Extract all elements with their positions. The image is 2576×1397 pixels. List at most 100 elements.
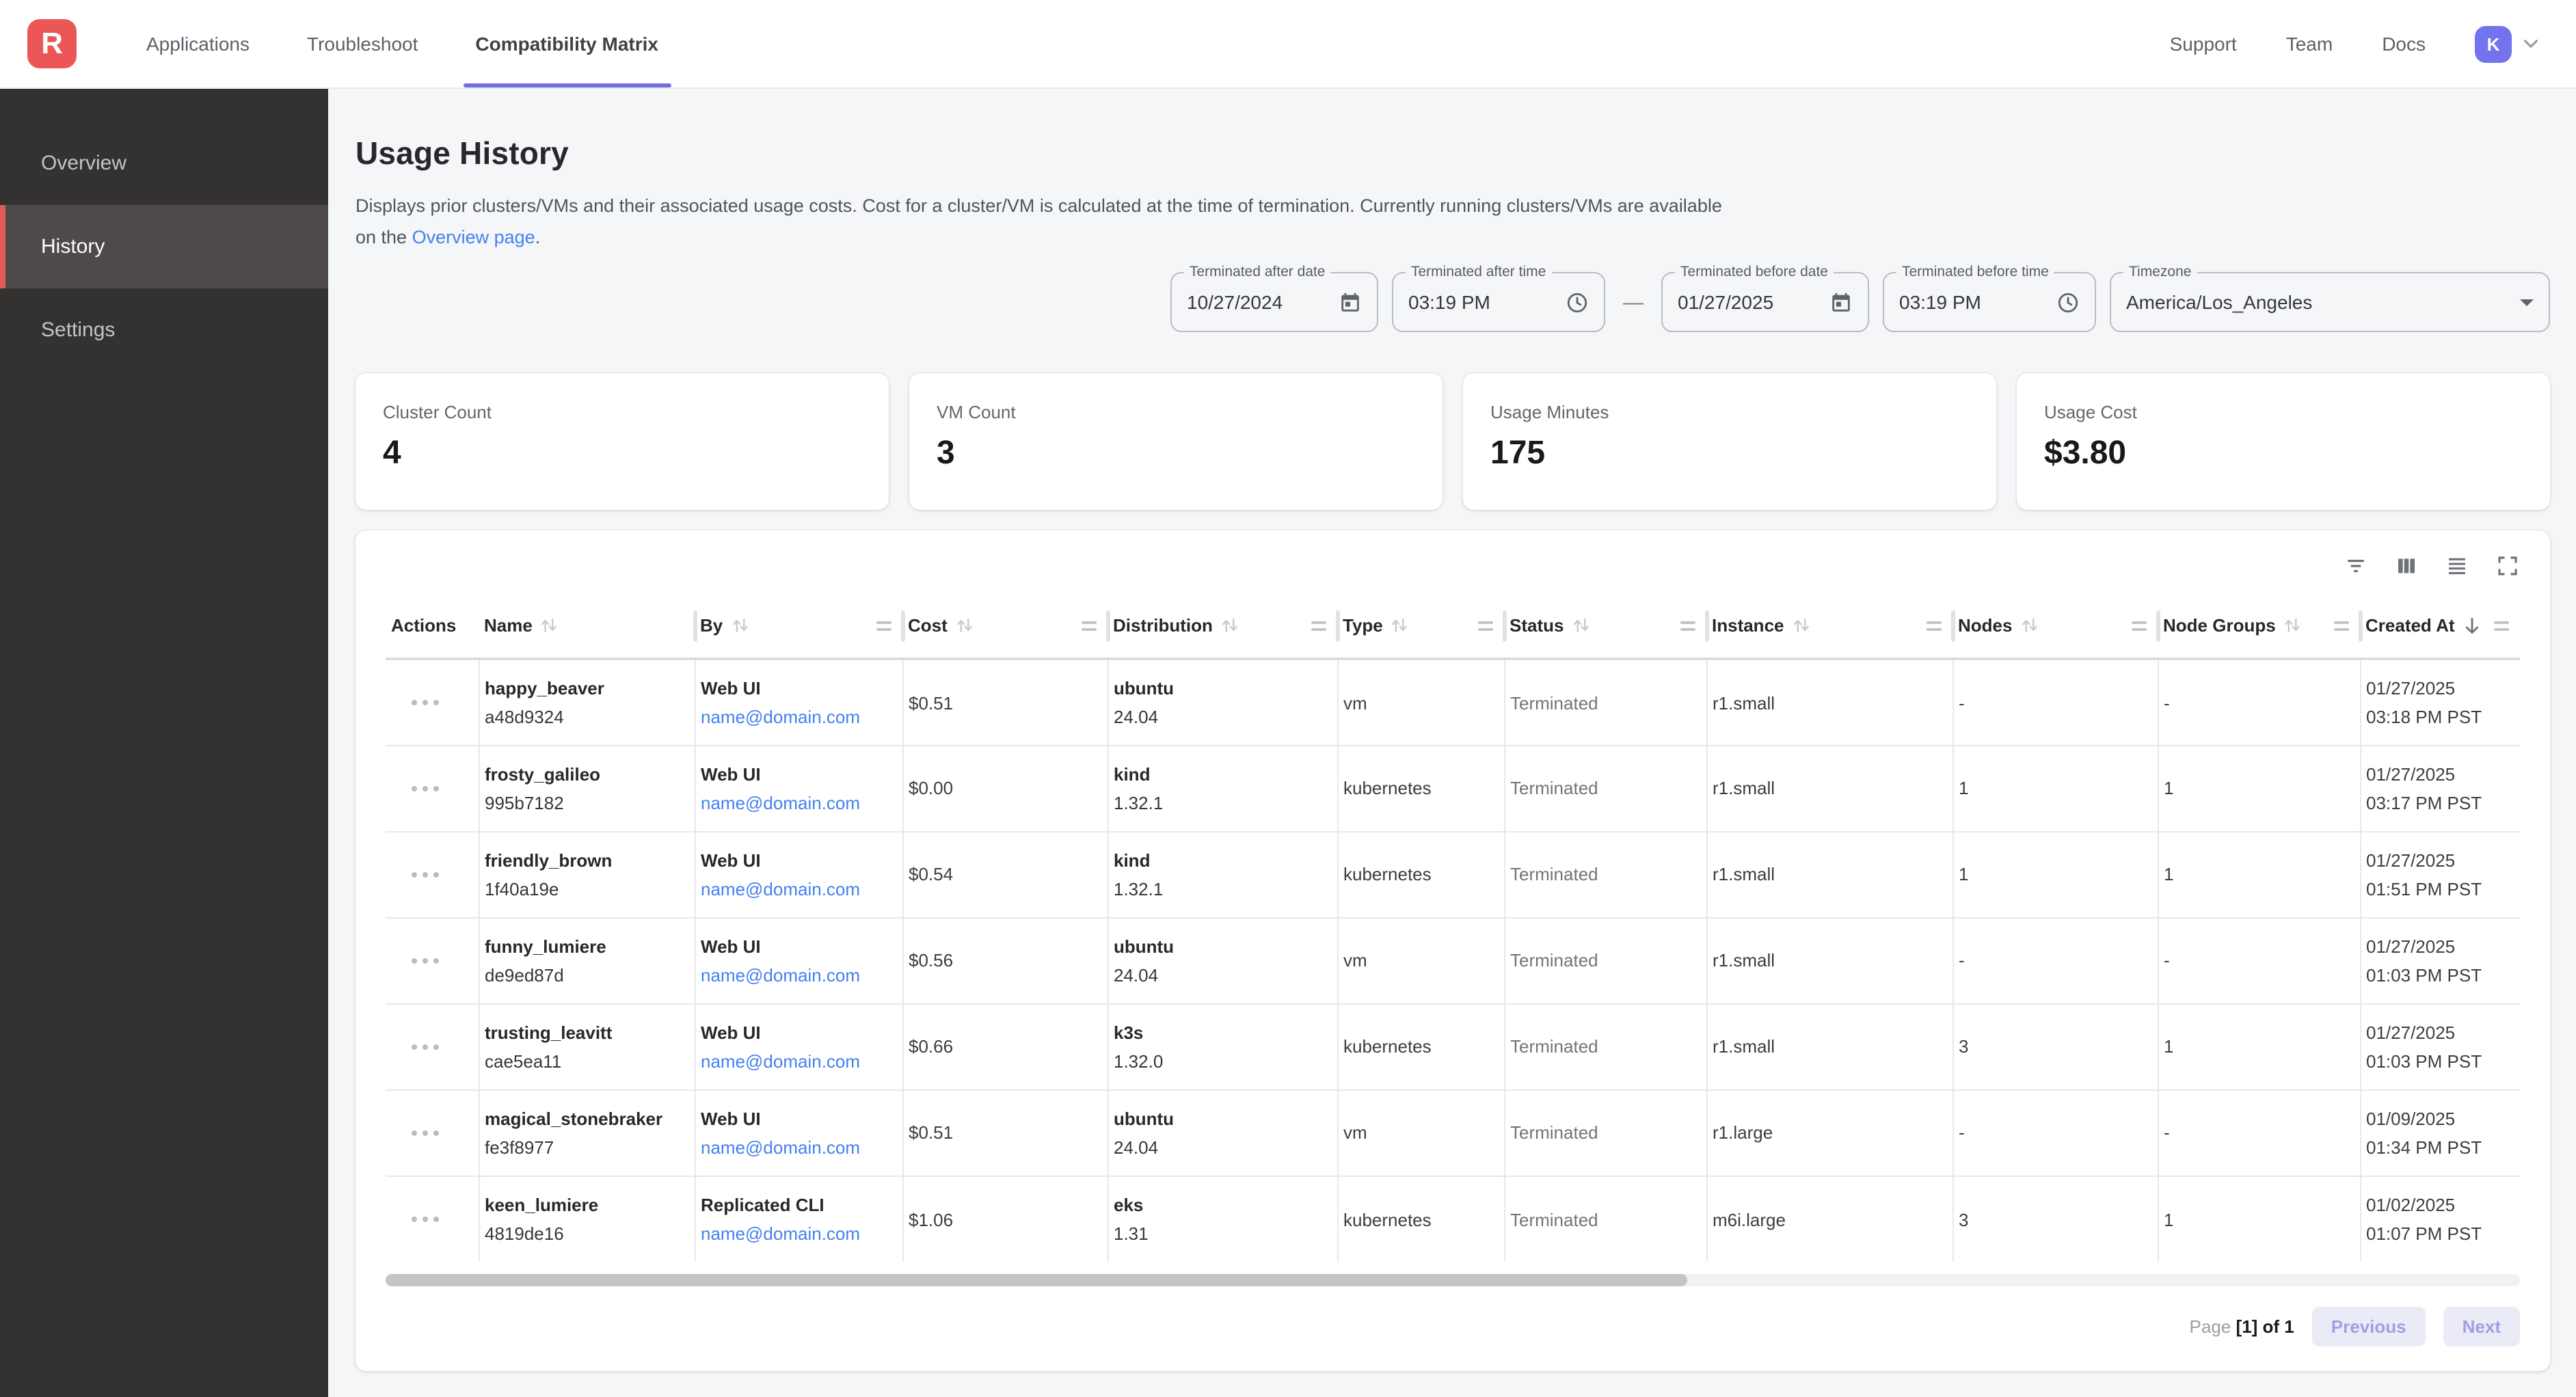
column-header-distribution[interactable]: Distribution <box>1108 594 1337 660</box>
fullscreen-icon[interactable] <box>2495 554 2520 579</box>
row-by-email-link[interactable]: name@domain.com <box>701 707 860 727</box>
terminated-after-time-value[interactable]: 03:19 PM <box>1408 292 1555 314</box>
sort-icon[interactable] <box>2283 616 2303 636</box>
horizontal-scrollbar[interactable] <box>386 1275 2520 1287</box>
row-actions-button[interactable] <box>403 1122 447 1144</box>
column-header-cost[interactable]: Cost <box>902 594 1108 660</box>
usage-history-table: ActionsNameByCostDistributionTypeStatusI… <box>386 594 2520 1262</box>
column-header-by[interactable]: By <box>695 594 902 660</box>
avatar[interactable]: K <box>2475 25 2512 62</box>
usage-history-table-card: ActionsNameByCostDistributionTypeStatusI… <box>355 531 2550 1372</box>
filter-icon[interactable] <box>2344 554 2368 579</box>
user-menu[interactable]: K <box>2475 25 2540 62</box>
tab-applications[interactable]: Applications <box>134 0 262 87</box>
cell-type: kubernetes <box>1337 1004 1504 1090</box>
sort-icon[interactable] <box>1390 616 1410 636</box>
date-range-separator: — <box>1619 291 1648 314</box>
row-by-email-link[interactable]: name@domain.com <box>701 879 860 899</box>
timezone-value[interactable]: America/Los_Angeles <box>2126 292 2509 314</box>
terminated-before-date-value[interactable]: 01/27/2025 <box>1678 292 1819 314</box>
terminated-after-date-field[interactable]: Terminated after date 10/27/2024 <box>1170 273 1378 333</box>
scrollbar-thumb[interactable] <box>386 1275 1687 1287</box>
columns-icon[interactable] <box>2394 554 2419 579</box>
replicated-logo[interactable]: R <box>27 19 77 68</box>
created-time: 03:18 PM PST <box>2366 707 2506 727</box>
sort-desc-icon[interactable] <box>2462 615 2484 637</box>
calendar-icon[interactable] <box>1829 291 1853 314</box>
nav-link-docs[interactable]: Docs <box>2382 33 2426 55</box>
next-page-button[interactable]: Next <box>2443 1307 2520 1347</box>
column-header-instance[interactable]: Instance <box>1706 594 1953 660</box>
terminated-after-date-value[interactable]: 10/27/2024 <box>1187 292 1328 314</box>
nav-link-support[interactable]: Support <box>2170 33 2237 55</box>
created-time: 01:51 PM PST <box>2366 879 2506 899</box>
row-actions-button[interactable] <box>403 777 447 800</box>
timezone-select[interactable]: Timezone America/Los_Angeles <box>2110 273 2550 333</box>
terminated-before-date-field[interactable]: Terminated before date 01/27/2025 <box>1661 273 1869 333</box>
column-resize-handle[interactable] <box>1311 621 1326 631</box>
cell-by: Web UIname@domain.com <box>695 918 902 1004</box>
column-resize-handle[interactable] <box>2132 621 2147 631</box>
row-actions-button[interactable] <box>403 949 447 972</box>
row-actions-button[interactable] <box>403 692 447 714</box>
terminated-after-time-field[interactable]: Terminated after time 03:19 PM <box>1392 273 1605 333</box>
column-header-nodes[interactable]: Nodes <box>1953 594 2158 660</box>
primary-tabs: Applications Troubleshoot Compatibility … <box>134 0 671 87</box>
overview-page-link[interactable]: Overview page <box>412 227 535 247</box>
clock-icon[interactable] <box>2056 291 2080 314</box>
tab-compatibility-matrix[interactable]: Compatibility Matrix <box>463 0 671 87</box>
cell-nodes: - <box>1953 660 2158 746</box>
sort-icon[interactable] <box>729 616 750 636</box>
sort-icon[interactable] <box>539 616 560 636</box>
row-actions-button[interactable] <box>403 1035 447 1058</box>
column-resize-handle[interactable] <box>1680 621 1695 631</box>
stat-label: VM Count <box>937 403 1415 423</box>
row-actions-button[interactable] <box>403 1208 447 1231</box>
column-header-type[interactable]: Type <box>1337 594 1504 660</box>
density-icon[interactable] <box>2445 554 2469 579</box>
cell-created-at: 01/27/202503:18 PM PST <box>2360 660 2520 746</box>
row-by-email-link[interactable]: name@domain.com <box>701 1051 860 1072</box>
sidebar-item-overview[interactable]: Overview <box>0 122 328 205</box>
column-header-node_groups[interactable]: Node Groups <box>2158 594 2360 660</box>
sort-icon[interactable] <box>1791 616 1812 636</box>
cell-node-groups: - <box>2158 918 2360 1004</box>
created-time: 01:07 PM PST <box>2366 1223 2506 1244</box>
cell-distribution-primary: ubuntu <box>1114 936 1323 957</box>
cell-nodes: - <box>1953 1090 2158 1176</box>
calendar-icon[interactable] <box>1339 291 1362 314</box>
terminated-before-time-value[interactable]: 03:19 PM <box>1899 292 2045 314</box>
sort-icon[interactable] <box>1220 616 1240 636</box>
row-by-email-link[interactable]: name@domain.com <box>701 1223 860 1244</box>
tab-troubleshoot[interactable]: Troubleshoot <box>295 0 430 87</box>
sort-icon[interactable] <box>1570 616 1591 636</box>
clock-icon[interactable] <box>1566 291 1589 314</box>
cell-status: Terminated <box>1504 746 1706 832</box>
column-header-status[interactable]: Status <box>1504 594 1706 660</box>
column-resize-handle[interactable] <box>1082 621 1097 631</box>
column-resize-handle[interactable] <box>2494 621 2509 631</box>
terminated-before-time-field[interactable]: Terminated before time 03:19 PM <box>1883 273 2096 333</box>
column-resize-handle[interactable] <box>1927 621 1942 631</box>
sort-icon[interactable] <box>2019 616 2039 636</box>
column-resize-handle[interactable] <box>1478 621 1493 631</box>
sidebar-item-history[interactable]: History <box>0 205 328 288</box>
cell-type: kubernetes <box>1337 832 1504 918</box>
sidebar-item-settings[interactable]: Settings <box>0 288 328 372</box>
row-by-email-link[interactable]: name@domain.com <box>701 965 860 986</box>
column-resize-handle[interactable] <box>876 621 891 631</box>
row-actions-button[interactable] <box>403 863 447 886</box>
row-by-email-link[interactable]: name@domain.com <box>701 793 860 813</box>
column-header-created[interactable]: Created At <box>2360 594 2520 660</box>
column-header-name[interactable]: Name <box>479 594 695 660</box>
cell-name-secondary: a48d9324 <box>485 707 680 727</box>
select-caret-icon <box>2520 299 2534 306</box>
nav-link-team[interactable]: Team <box>2286 33 2333 55</box>
table-row: funny_lumierede9ed87dWeb UIname@domain.c… <box>386 918 2520 1004</box>
column-resize-handle[interactable] <box>2334 621 2349 631</box>
sort-icon[interactable] <box>954 616 975 636</box>
column-header-actions: Actions <box>386 594 479 660</box>
cell-by-source: Web UI <box>701 678 888 698</box>
row-by-email-link[interactable]: name@domain.com <box>701 1137 860 1158</box>
previous-page-button[interactable]: Previous <box>2312 1307 2426 1347</box>
